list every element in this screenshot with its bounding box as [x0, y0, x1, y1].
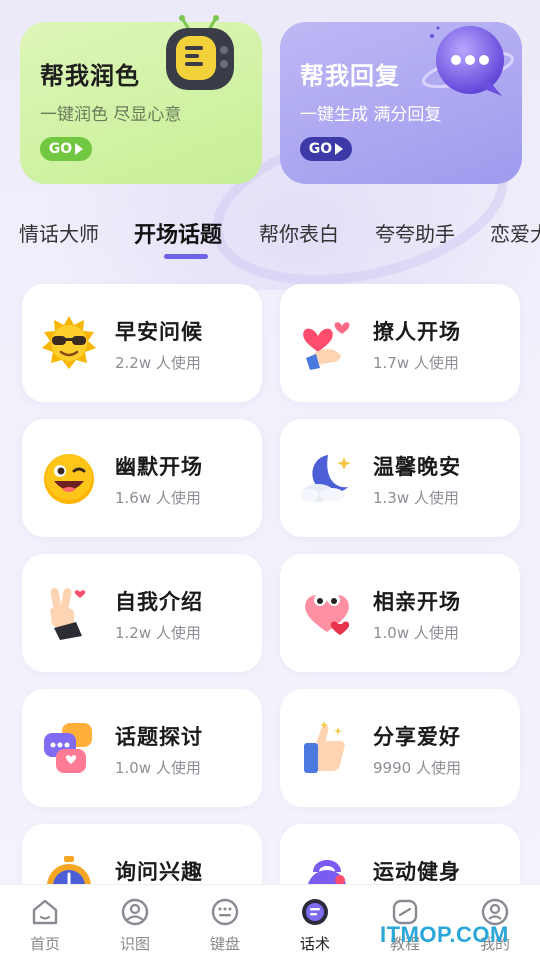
topic-card-intro[interactable]: 自我介绍 1.2w 人使用 [22, 554, 262, 672]
card-title: 温馨晚安 [373, 455, 461, 479]
chat-bubble-icon [421, 26, 515, 96]
sun-sunglasses-icon [42, 316, 96, 369]
topic-card-discussion[interactable]: 话题探讨 1.0w 人使用 [22, 689, 262, 807]
tv-icon [166, 15, 234, 90]
card-title: 询问兴趣 [115, 860, 203, 884]
play-arrow-icon [335, 143, 344, 155]
home-icon [32, 899, 58, 925]
card-title: 幽默开场 [115, 455, 203, 479]
topic-card-goodnight[interactable]: 温馨晚安 1.3w 人使用 [280, 419, 520, 537]
card-usage: 1.0w 人使用 [373, 624, 459, 642]
nav-label: 首页 [29, 935, 60, 953]
chat-bubbles-icon [44, 723, 92, 773]
peace-hand-icon [50, 588, 86, 640]
topic-card-humor[interactable]: 幽默开场 1.6w 人使用 [22, 419, 262, 537]
card-usage: 1.2w 人使用 [115, 624, 201, 642]
nav-keyboard[interactable]: 键盘 [180, 897, 270, 957]
card-usage: 9990 人使用 [373, 759, 461, 777]
heart-eyes-icon [305, 594, 350, 635]
tab-love-words[interactable]: 情话大师 [19, 218, 99, 247]
topic-card-morning[interactable]: 早安问候 2.2w 人使用 [22, 284, 262, 402]
polish-card[interactable]: 帮我润色 一键润色 尽显心意 GO [20, 15, 262, 184]
chat-script-icon [302, 899, 328, 925]
card-title: 话题探讨 [115, 725, 203, 749]
play-arrow-icon [75, 143, 84, 155]
finger-heart-icon [303, 322, 350, 370]
reply-go-button[interactable]: GO [300, 137, 352, 161]
card-usage: 1.3w 人使用 [373, 489, 459, 507]
topic-card-flirt[interactable]: 撩人开场 1.7w 人使用 [280, 284, 520, 402]
nav-image-recognition[interactable]: 识图 [90, 897, 180, 957]
polish-card-subtitle: 一键润色 尽显心意 [40, 105, 182, 125]
topic-card-blind-date[interactable]: 相亲开场 1.0w 人使用 [280, 554, 520, 672]
nav-home[interactable]: 首页 [0, 897, 90, 957]
go-label: GO [308, 141, 333, 157]
tab-praise-helper[interactable]: 夸夸助手 [375, 218, 455, 247]
card-title: 分享爱好 [373, 725, 461, 749]
go-label: GO [48, 141, 73, 157]
polish-go-button[interactable]: GO [40, 137, 92, 161]
card-title: 早安问候 [115, 320, 203, 344]
keyboard-icon [211, 898, 239, 926]
tab-romance[interactable]: 恋爱大 [490, 218, 540, 247]
card-usage: 1.7w 人使用 [373, 354, 459, 372]
card-title: 撩人开场 [373, 320, 461, 344]
tab-confession[interactable]: 帮你表白 [259, 218, 339, 247]
nav-scripts[interactable]: 话术 [270, 897, 360, 957]
image-scan-icon [121, 898, 149, 926]
topic-card-hobby[interactable]: 分享爱好 9990 人使用 [280, 689, 520, 807]
category-tabs: 情话大师 开场话题 帮你表白 夸夸助手 恋爱大 [0, 212, 540, 260]
card-usage: 1.0w 人使用 [115, 759, 201, 777]
nav-label: 话术 [299, 935, 330, 953]
reply-card[interactable]: 帮我回复 一键生成 满分回复 GO [280, 22, 522, 184]
card-title: 运动健身 [373, 860, 461, 884]
watermark: ITMOP.COM [380, 922, 509, 947]
polish-card-title: 帮我润色 [40, 62, 140, 90]
winking-face-icon [44, 454, 94, 504]
card-usage: 1.6w 人使用 [115, 489, 201, 507]
nav-label: 识图 [119, 935, 150, 953]
tab-opening-topics[interactable]: 开场话题 [134, 217, 222, 249]
card-title: 自我介绍 [115, 590, 203, 614]
moon-cloud-icon [301, 455, 351, 502]
thumbs-up-icon [304, 721, 345, 773]
nav-label: 键盘 [209, 935, 240, 953]
reply-card-title: 帮我回复 [300, 62, 400, 90]
card-title: 相亲开场 [373, 590, 461, 614]
card-usage: 2.2w 人使用 [115, 354, 201, 372]
active-tab-indicator [164, 254, 208, 259]
